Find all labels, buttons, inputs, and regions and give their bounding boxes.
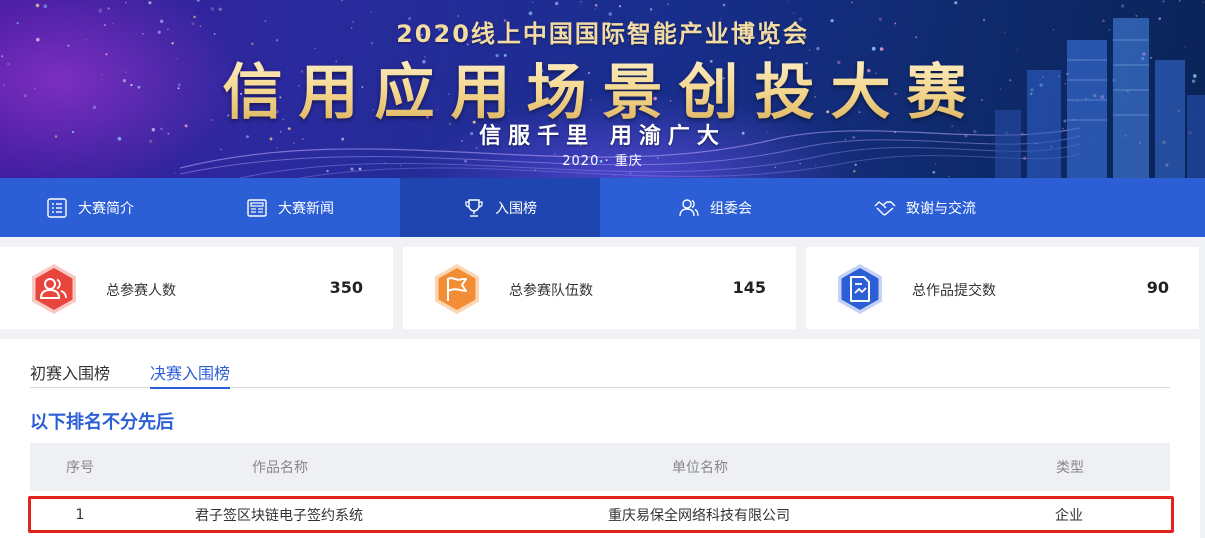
stat-card-teams: 总参赛队伍数 145	[403, 247, 796, 329]
cell-index: 1	[75, 506, 85, 523]
star-dot	[148, 1, 152, 5]
star-dot	[370, 11, 372, 13]
star-dot	[788, 0, 790, 2]
users-icon	[679, 198, 699, 216]
banner-date: 2020 · 重庆	[562, 154, 643, 169]
star-dot	[722, 3, 726, 7]
star-dot	[580, 0, 582, 3]
stat-value: 90	[1146, 278, 1169, 297]
star-dot	[107, 7, 110, 10]
handshake-icon	[874, 200, 896, 215]
trophy-icon	[465, 198, 483, 217]
star-dot	[555, 1, 559, 6]
stat-card-participants: 总参赛人数 350	[0, 247, 393, 329]
nav-label: 致谢与交流	[906, 200, 976, 217]
stat-value: 145	[732, 278, 766, 297]
stat-card-submissions: 总作品提交数 90	[806, 247, 1199, 329]
document-icon	[838, 264, 882, 314]
star-dot	[174, 172, 177, 174]
star-dot	[218, 7, 222, 12]
star-dot	[35, 3, 40, 8]
table-header: 序号 作品名称 单位名称 类型	[30, 443, 1170, 491]
star-dot	[851, 1, 854, 4]
cell-organization: 重庆易保全网络科技有限公司	[608, 507, 790, 524]
header-project-name: 作品名称	[252, 460, 308, 476]
star-dot	[954, 1, 958, 5]
nav-label: 大赛简介	[78, 200, 134, 217]
nav-label: 组委会	[710, 200, 752, 217]
stat-label: 总作品提交数	[912, 283, 996, 299]
star-dot	[649, 8, 653, 11]
star-dot	[532, 1, 534, 4]
header-organization: 单位名称	[672, 460, 728, 476]
header-type: 类型	[1056, 460, 1084, 476]
list-icon	[47, 197, 67, 218]
star-dot	[98, 8, 103, 13]
banner-slogan: 信服千里 用渝广大	[479, 124, 726, 149]
star-dot	[125, 2, 127, 4]
round-tabs: 初赛入围榜 决赛入围榜	[30, 357, 1170, 389]
tab-preliminary-shortlist[interactable]: 初赛入围榜	[30, 357, 110, 388]
star-dot	[43, 4, 48, 9]
stat-label: 总参赛人数	[106, 283, 176, 299]
table-row[interactable]: 1 君子签区块链电子签约系统 重庆易保全网络科技有限公司 企业	[28, 496, 1174, 533]
nav-item-news[interactable]: 大赛新闻	[180, 178, 400, 237]
newspaper-icon	[247, 198, 267, 217]
star-dot	[594, 3, 598, 7]
nav-item-shortlist[interactable]: 入围榜	[400, 178, 600, 237]
cell-project-name: 君子签区块链电子签约系统	[195, 507, 363, 524]
star-dot	[618, 5, 621, 8]
stat-label: 总参赛队伍数	[509, 283, 593, 299]
nav-label: 入围榜	[495, 200, 537, 217]
star-dot	[210, 7, 215, 11]
flag-icon	[435, 264, 479, 314]
star-dot	[196, 0, 200, 2]
shortlist-table: 序号 作品名称 单位名称 类型 1 君子签区块链电子签约系统 重庆易保全网络科技…	[28, 443, 1174, 533]
event-banner: 2020线上中国国际智能产业博览会 信用应用场景创投大赛 信服千里 用渝广大 2…	[0, 0, 1205, 178]
nav-item-thanks[interactable]: 致谢与交流	[830, 178, 1020, 237]
nav-label: 大赛新闻	[278, 200, 334, 217]
star-dot	[340, 0, 344, 2]
header-index: 序号	[66, 460, 94, 476]
main-nav: 大赛简介 大赛新闻 入围榜 组委会 致谢与交流	[0, 178, 1205, 237]
tab-final-shortlist[interactable]: 决赛入围榜	[150, 357, 231, 389]
stat-value: 350	[329, 278, 363, 297]
ranking-note: 以下排名不分先后	[30, 412, 174, 433]
cell-type: 企业	[1055, 507, 1083, 524]
nav-item-committee[interactable]: 组委会	[600, 178, 830, 237]
shortlist-panel: 初赛入围榜 决赛入围榜 以下排名不分先后 序号 作品名称 单位名称 类型 1 君…	[0, 339, 1200, 538]
people-icon	[32, 264, 76, 314]
star-dot	[594, 8, 597, 11]
nav-item-intro[interactable]: 大赛简介	[0, 178, 180, 237]
star-dot	[667, 3, 670, 6]
